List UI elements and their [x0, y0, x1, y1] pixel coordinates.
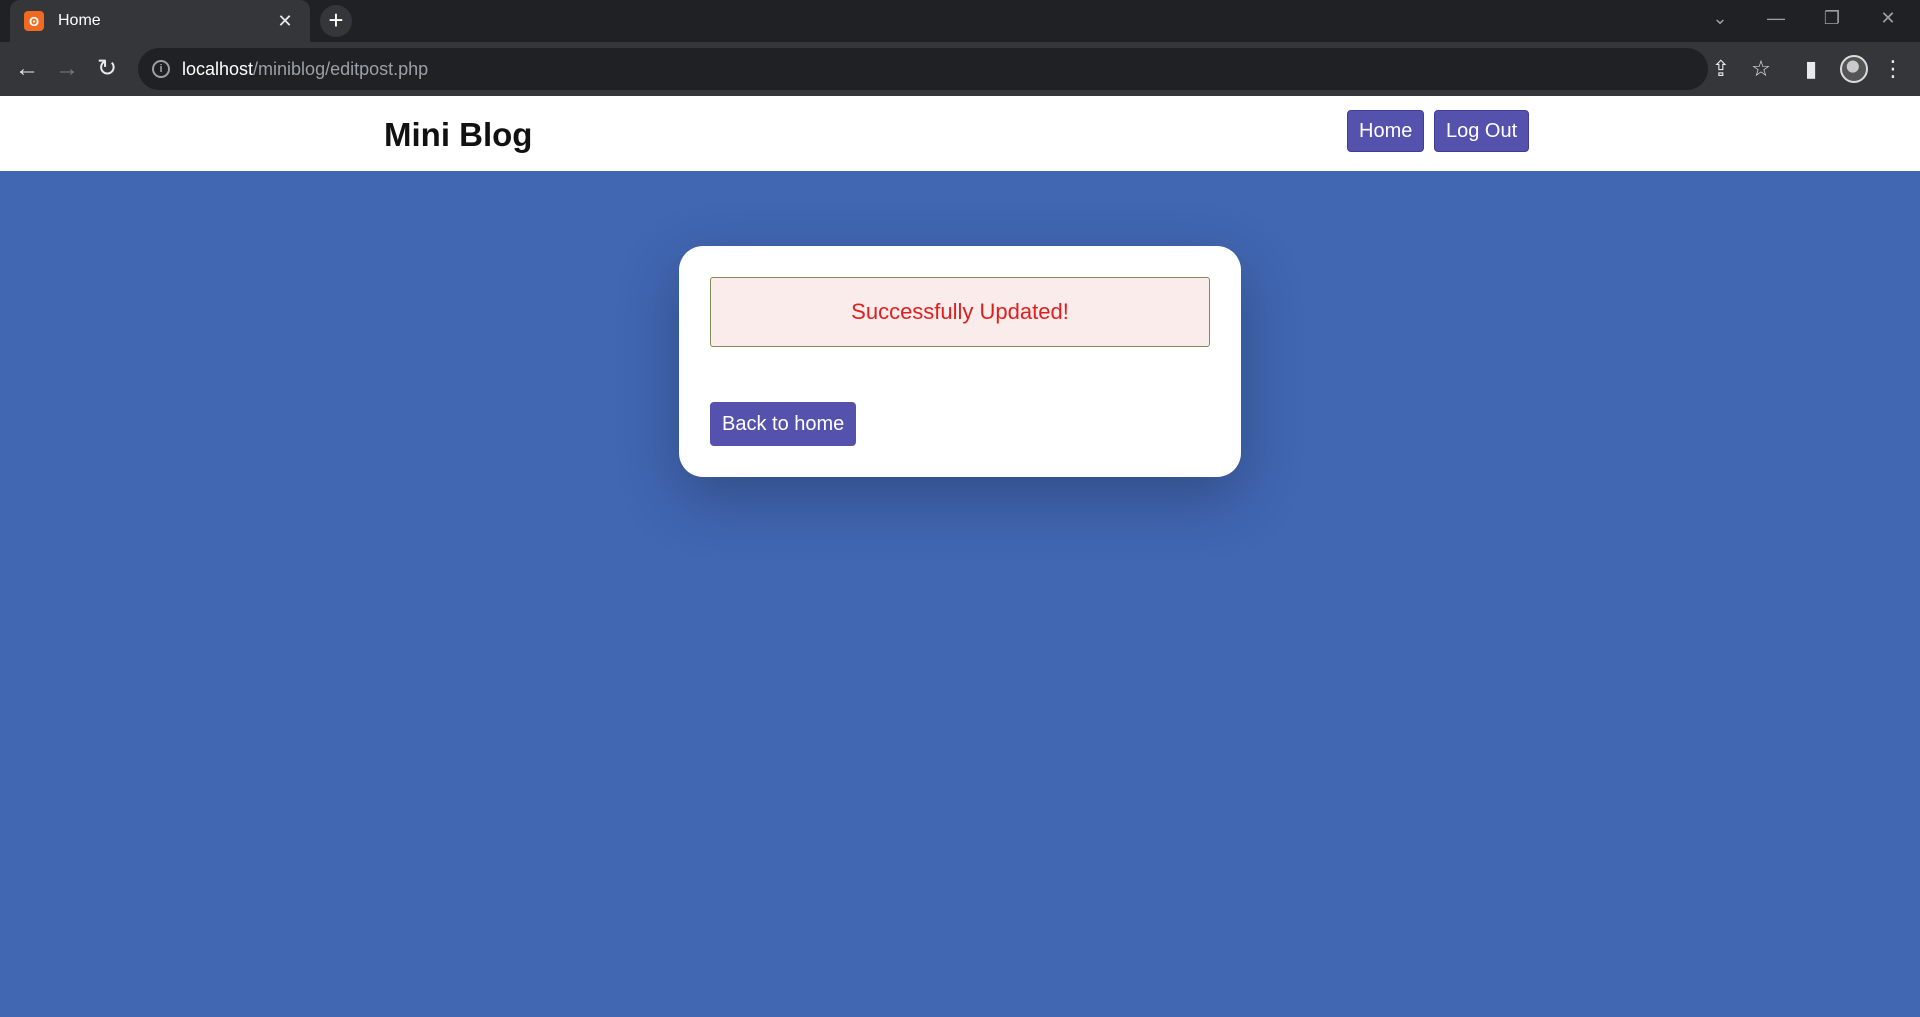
site-header: Mini Blog Home Log Out	[0, 96, 1920, 171]
close-window-icon[interactable]: ✕	[1860, 0, 1916, 36]
status-card: Successfully Updated! Back to home	[679, 246, 1241, 477]
minimize-icon[interactable]: —	[1748, 0, 1804, 36]
site-brand[interactable]: Mini Blog	[384, 116, 532, 154]
url-host: localhost	[182, 58, 254, 79]
tab-close-icon[interactable]: ✕	[274, 11, 296, 32]
logout-nav-button[interactable]: Log Out	[1434, 110, 1530, 152]
restore-icon[interactable]: ❐	[1804, 0, 1860, 36]
share-icon[interactable]: ⇪	[1706, 54, 1736, 84]
site-info-icon[interactable]: i	[152, 60, 170, 78]
new-tab-button[interactable]: +	[320, 5, 352, 37]
browser-toolbar: ← → ↻ i localhost/miniblog/editpost.php …	[0, 42, 1920, 96]
back-to-home-button[interactable]: Back to home	[710, 402, 857, 446]
profile-avatar[interactable]	[1840, 55, 1868, 83]
bookmark-star-icon[interactable]: ☆	[1746, 54, 1776, 84]
side-panel-icon[interactable]: ▮	[1796, 54, 1826, 84]
reload-icon[interactable]: ↻	[92, 54, 122, 84]
tab-search-icon[interactable]: ⌄	[1692, 0, 1748, 36]
forward-arrow-icon[interactable]: →	[52, 54, 82, 84]
url-path: /miniblog/editpost.php	[253, 58, 429, 79]
browser-tab-bar: ʘ Home ✕ + ⌄ — ❐ ✕	[0, 0, 1920, 42]
success-alert: Successfully Updated!	[710, 277, 1210, 347]
back-arrow-icon[interactable]: ←	[12, 54, 42, 84]
home-nav-button[interactable]: Home	[1347, 110, 1425, 152]
address-bar[interactable]: i localhost/miniblog/editpost.php	[138, 48, 1708, 90]
browser-tab[interactable]: ʘ Home ✕	[10, 0, 310, 42]
xampp-favicon-icon: ʘ	[24, 11, 44, 31]
tab-title: Home	[58, 12, 101, 29]
menu-kebab-icon[interactable]: ⋮	[1878, 54, 1908, 84]
